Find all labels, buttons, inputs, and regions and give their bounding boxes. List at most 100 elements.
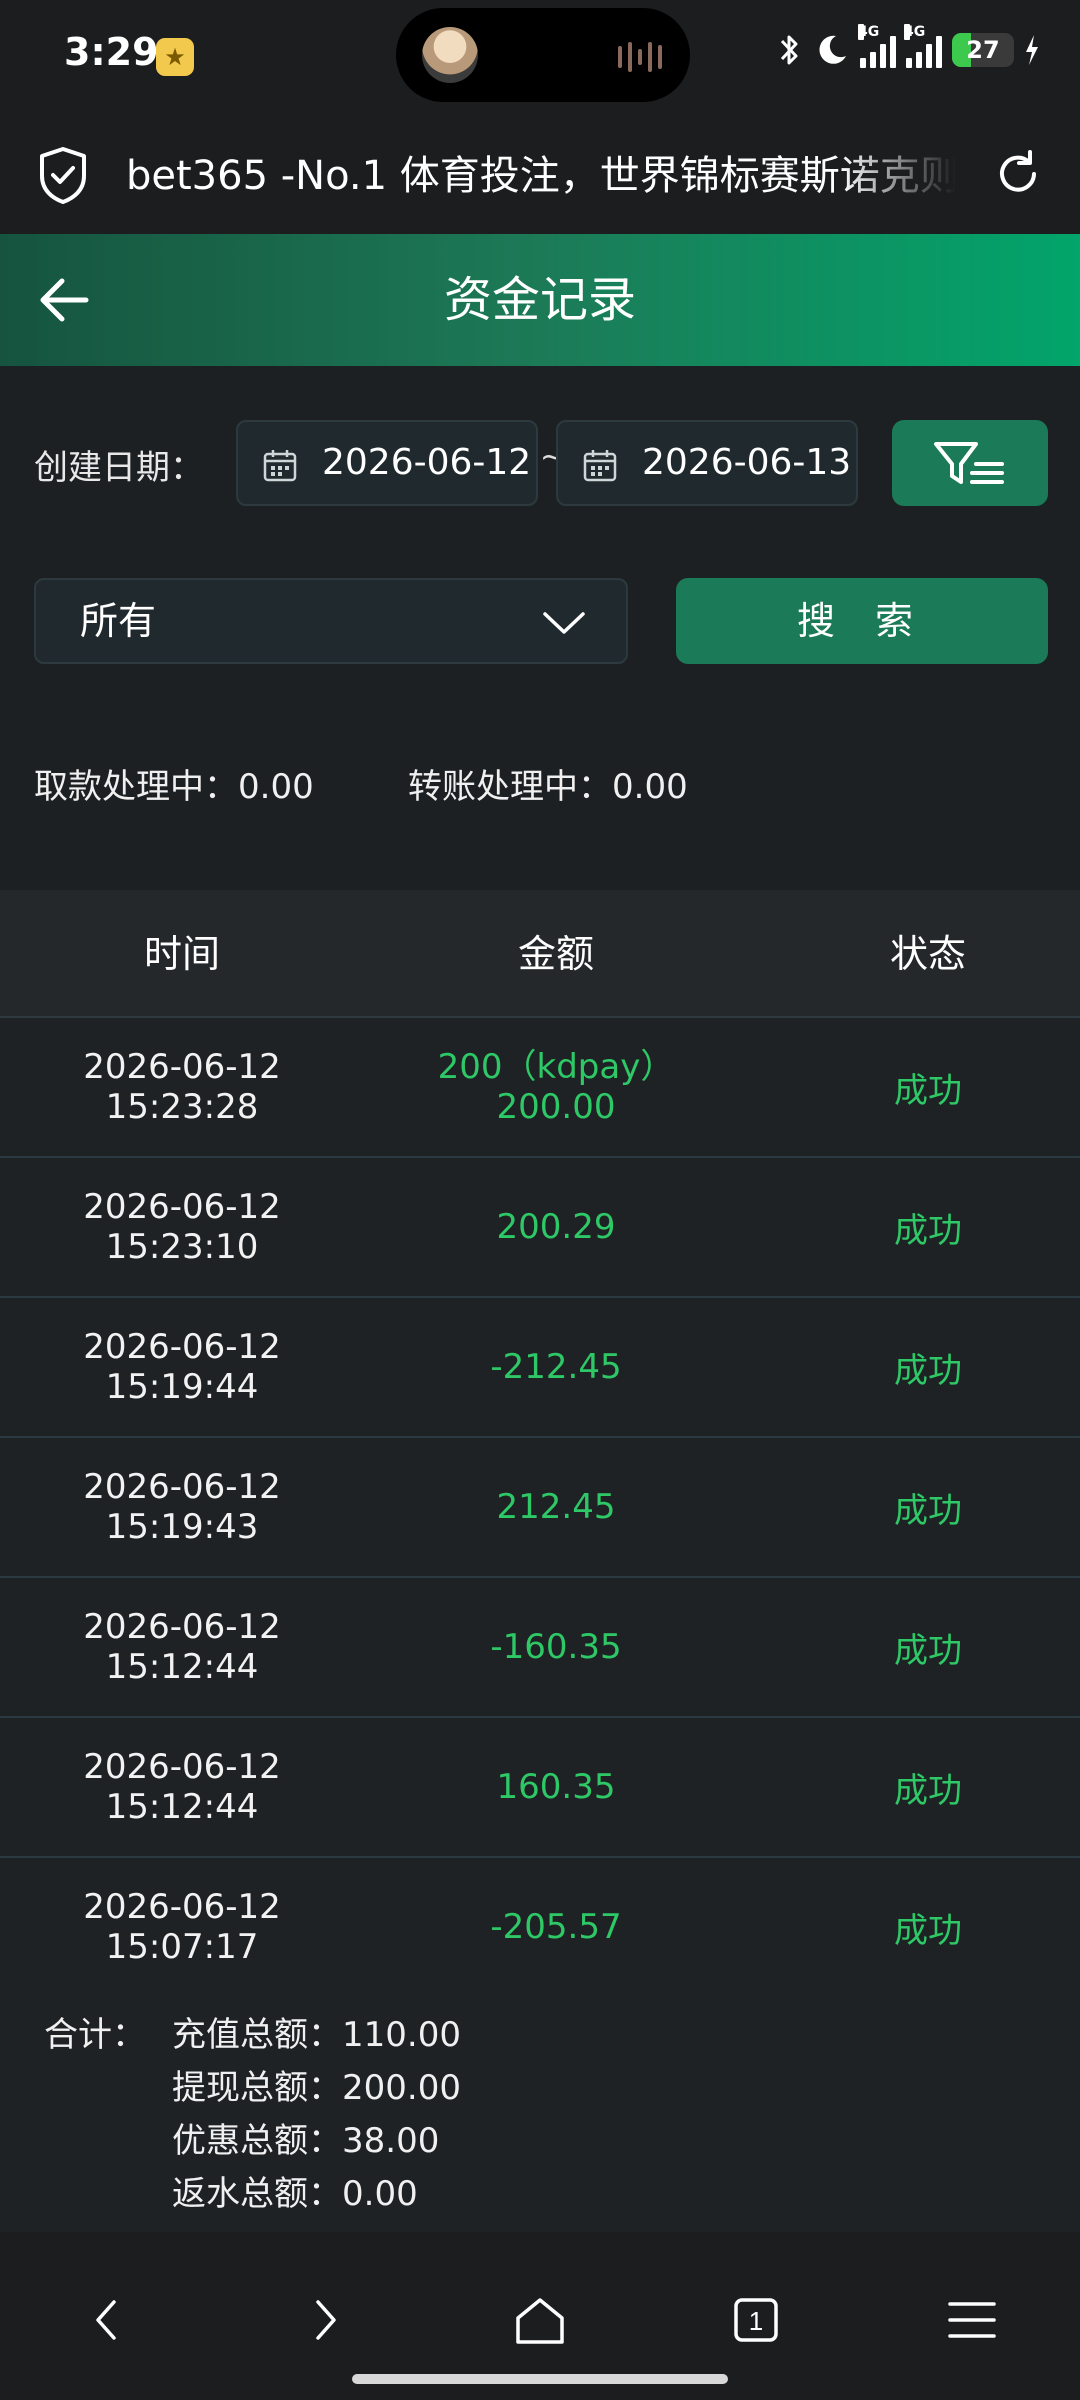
row-amount-cell: -212.45 bbox=[436, 1298, 676, 1436]
filter-button[interactable] bbox=[892, 420, 1048, 506]
table-row: 2026-06-12 15:23:28 200（kdpay） 200.00 成功 bbox=[0, 1018, 1080, 1158]
row-time: 15:19:43 bbox=[105, 1507, 259, 1547]
row-amount: 200.29 bbox=[496, 1207, 616, 1247]
row-datetime: 2026-06-12 15:12:44 bbox=[62, 1718, 302, 1856]
row-amount: -160.35 bbox=[490, 1627, 622, 1667]
row-datetime: 2026-06-12 15:23:28 bbox=[62, 1018, 302, 1156]
page-header: 资金记录 bbox=[0, 234, 1080, 366]
table-row: 2026-06-12 15:23:10 200.29 成功 bbox=[0, 1158, 1080, 1298]
page-url-title[interactable]: bet365 -No.1 体育投注，世界锦标赛斯诺克则 bbox=[126, 146, 956, 206]
back-icon[interactable] bbox=[78, 2290, 138, 2350]
row-datetime: 2026-06-12 15:23:10 bbox=[62, 1158, 302, 1296]
transfer-processing: 转账处理中：0.00 bbox=[408, 762, 688, 812]
row-amount-channel: 200（kdpay） bbox=[437, 1047, 675, 1087]
app-notification-icon: ★ bbox=[156, 38, 194, 76]
bonus-total: 优惠总额：38.00 bbox=[172, 2121, 440, 2161]
table-row: 2026-06-12 15:12:44 -160.35 成功 bbox=[0, 1578, 1080, 1718]
row-time: 15:07:17 bbox=[105, 1927, 259, 1967]
row-time: 15:23:10 bbox=[105, 1227, 259, 1267]
withdraw-total: 提现总额：200.00 bbox=[172, 2068, 461, 2108]
search-button[interactable]: 搜 索 bbox=[676, 578, 1048, 664]
start-date-value: 2026-06-12 bbox=[322, 442, 532, 483]
row-amount-cell: -205.57 bbox=[436, 1858, 676, 1996]
transfer-processing-value: 0.00 bbox=[612, 767, 688, 807]
row-date: 2026-06-12 bbox=[83, 1467, 281, 1507]
row-datetime: 2026-06-12 15:19:43 bbox=[62, 1438, 302, 1576]
row-status: 成功 bbox=[894, 1770, 962, 1811]
row-status: 成功 bbox=[894, 1490, 962, 1531]
record-type-value: 所有 bbox=[80, 599, 157, 643]
row-status: 成功 bbox=[894, 1350, 962, 1391]
row-amount-cell: 160.35 bbox=[436, 1718, 676, 1856]
row-datetime: 2026-06-12 15:19:44 bbox=[62, 1298, 302, 1436]
home-indicator[interactable] bbox=[352, 2374, 728, 2384]
row-date: 2026-06-12 bbox=[83, 1607, 281, 1647]
forward-icon[interactable] bbox=[294, 2290, 354, 2350]
dynamic-island[interactable] bbox=[396, 8, 690, 102]
table-row: 2026-06-12 15:07:17 -205.57 成功 bbox=[0, 1858, 1080, 1998]
media-avatar-icon bbox=[422, 27, 478, 83]
withdraw-processing: 取款处理中：0.00 bbox=[34, 762, 314, 812]
bluetooth-icon bbox=[780, 35, 798, 65]
transfer-processing-label: 转账处理中： bbox=[408, 767, 612, 807]
charging-bolt-icon bbox=[1026, 35, 1038, 65]
status-icons: 4G 4G 27 bbox=[774, 24, 1040, 68]
row-date: 2026-06-12 bbox=[83, 1327, 281, 1367]
totals-summary: 合计： 充值总额：110.00 提现总额：200.00 优惠总额：38.00 返… bbox=[0, 1986, 1080, 2232]
end-date-picker[interactable]: 2026-06-13 bbox=[556, 420, 858, 506]
row-amount: 212.45 bbox=[496, 1487, 616, 1527]
row-status: 成功 bbox=[894, 1630, 962, 1671]
row-date: 2026-06-12 bbox=[83, 1047, 281, 1087]
row-status: 成功 bbox=[894, 1210, 962, 1251]
row-amount: 200.00 bbox=[496, 1087, 616, 1127]
row-datetime: 2026-06-12 15:12:44 bbox=[62, 1578, 302, 1716]
row-date: 2026-06-12 bbox=[83, 1887, 281, 1927]
tabs-button[interactable]: 1 bbox=[726, 2290, 786, 2350]
row-date: 2026-06-12 bbox=[83, 1747, 281, 1787]
do-not-disturb-moon-icon bbox=[819, 35, 846, 64]
withdraw-processing-label: 取款处理中： bbox=[34, 767, 238, 807]
row-time: 15:23:28 bbox=[105, 1087, 259, 1127]
row-amount-cell: 200（kdpay） 200.00 bbox=[436, 1018, 676, 1156]
row-amount: -205.57 bbox=[490, 1907, 622, 1947]
date-label: 创建日期： bbox=[34, 448, 204, 488]
page-title: 资金记录 bbox=[443, 272, 636, 328]
rebate-total: 返水总额：0.00 bbox=[172, 2174, 418, 2214]
security-shield-icon[interactable] bbox=[38, 146, 88, 204]
signal-icon-2: 4G bbox=[904, 24, 942, 68]
row-status: 成功 bbox=[894, 1070, 962, 1111]
table-header: 时间 金额 状态 bbox=[0, 890, 1080, 1018]
status-bar: 3:29 ★ 4G 4G 27 bbox=[0, 0, 1080, 118]
reload-icon[interactable] bbox=[992, 148, 1044, 200]
end-date-value: 2026-06-13 bbox=[642, 442, 852, 483]
tab-count: 1 bbox=[749, 2306, 763, 2336]
row-time: 15:12:44 bbox=[105, 1787, 259, 1827]
row-amount: 160.35 bbox=[496, 1767, 616, 1807]
table-row: 2026-06-12 15:19:43 212.45 成功 bbox=[0, 1438, 1080, 1578]
row-amount-cell: -160.35 bbox=[436, 1578, 676, 1716]
start-date-picker[interactable]: 2026-06-12 bbox=[236, 420, 538, 506]
row-amount-cell: 212.45 bbox=[436, 1438, 676, 1576]
home-icon[interactable] bbox=[510, 2290, 570, 2350]
row-amount-cell: 200.29 bbox=[436, 1158, 676, 1296]
record-type-select[interactable]: 所有 bbox=[34, 578, 628, 664]
table-row: 2026-06-12 15:12:44 160.35 成功 bbox=[0, 1718, 1080, 1858]
row-datetime: 2026-06-12 15:07:17 bbox=[62, 1858, 302, 1996]
totals-label: 合计： bbox=[44, 2015, 146, 2055]
deposit-total: 充值总额：110.00 bbox=[172, 2015, 461, 2055]
row-status: 成功 bbox=[894, 1910, 962, 1951]
tabs-icon: 1 bbox=[734, 2298, 778, 2342]
column-header-time: 时间 bbox=[143, 932, 220, 976]
browser-address-bar[interactable]: bet365 -No.1 体育投注，世界锦标赛斯诺克则 bbox=[0, 118, 1080, 234]
calendar-icon bbox=[263, 450, 297, 482]
row-amount: -212.45 bbox=[490, 1347, 622, 1387]
table-row: 2026-06-12 15:19:44 -212.45 成功 bbox=[0, 1298, 1080, 1438]
menu-icon[interactable] bbox=[942, 2290, 1002, 2350]
withdraw-processing-value: 0.00 bbox=[238, 767, 314, 807]
filter-icon bbox=[934, 442, 1004, 484]
row-time: 15:12:44 bbox=[105, 1647, 259, 1687]
row-date: 2026-06-12 bbox=[83, 1187, 281, 1227]
row-time: 15:19:44 bbox=[105, 1367, 259, 1407]
filter-panel: 创建日期： 2026-06-12 ~ 2026-06-13 所有 搜 索 取款处… bbox=[0, 366, 1080, 896]
audio-wave-icon bbox=[618, 42, 662, 72]
